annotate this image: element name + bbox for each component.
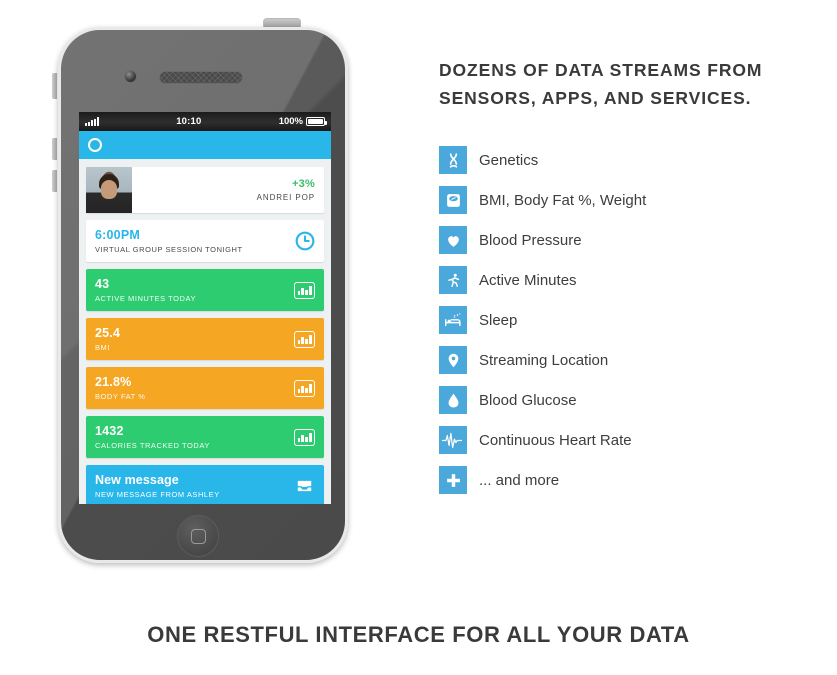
status-bar-time: 10:10 [176,116,202,127]
stat-card[interactable]: 25.4 BMI [86,318,324,360]
status-bar-battery-group: 100% [278,116,327,127]
app-logo-icon[interactable] [88,138,102,152]
clock-icon [295,231,315,251]
feature-item-location: Streaming Location [439,340,809,380]
bar-chart-icon [294,330,315,348]
feature-item-active-minutes: Active Minutes [439,260,809,300]
feature-item-heart-rate: Continuous Heart Rate [439,420,809,460]
feature-label: Genetics [479,151,539,169]
scale-icon [439,186,467,214]
stat-value: 25.4 [95,326,121,340]
stat-value: 43 [95,277,110,291]
message-text: New message NEW MESSAGE FROM ASHLEY [95,473,294,499]
feature-label: Blood Glucose [479,391,577,409]
feature-label: ... and more [479,471,560,489]
stat-value: 1432 [95,424,124,438]
feature-item-bmi: BMI, Body Fat %, Weight [439,180,809,220]
battery-icon [306,117,327,126]
map-pin-icon [439,346,467,374]
bar-chart-icon [294,428,315,446]
stat-label: ACTIVE MINUTES TODAY [95,294,197,303]
svg-text:z: z [459,312,461,315]
card-list: +3% ANDREI POP 6:00PM VIRTUAL GROUP SESS… [79,159,331,504]
svg-text:z: z [453,313,455,318]
profile-card[interactable]: +3% ANDREI POP [86,167,324,213]
heart-icon [439,226,467,254]
profile-percent-change: +3% [292,178,315,190]
app-nav-bar [79,131,331,159]
feature-label: Blood Pressure [479,231,582,249]
feature-item-blood-glucose: Blood Glucose [439,380,809,420]
message-title: New message [95,473,179,487]
silent-switch[interactable] [52,73,57,99]
feature-label: BMI, Body Fat %, Weight [479,191,647,209]
feature-label: Active Minutes [479,271,577,289]
section-heading-line-1: Dozens of data streams from [439,60,763,80]
stat-label: BODY FAT % [95,392,146,401]
feature-label: Streaming Location [479,351,609,369]
bar-chart-icon [294,379,315,397]
stat-text: 1432 CALORIES TRACKED TODAY [95,424,294,450]
event-text: 6:00PM VIRTUAL GROUP SESSION TONIGHT [95,228,295,254]
feature-item-blood-pressure: Blood Pressure [439,220,809,260]
home-button-square-icon [190,528,206,544]
status-bar: 10:10 100% [79,112,331,131]
avatar [86,167,132,213]
stat-card[interactable]: 1432 CALORIES TRACKED TODAY [86,416,324,458]
stat-value: 21.8% [95,375,132,389]
earpiece-speaker [159,71,243,84]
profile-user-name: ANDREI POP [256,193,315,202]
home-button[interactable] [177,515,219,557]
heartbeat-icon [439,426,467,454]
feature-label: Continuous Heart Rate [479,431,632,449]
event-time: 6:00PM [95,228,140,242]
feature-item-and-more: ... and more [439,460,809,500]
section-heading: Dozens of data streams from sensors, app… [439,56,809,112]
plus-icon [439,466,467,494]
profile-text: +3% ANDREI POP [132,178,324,202]
bar-chart-icon [294,281,315,299]
front-camera-icon [124,70,137,83]
volume-up-button[interactable] [52,138,57,160]
running-icon [439,266,467,294]
stat-card[interactable]: 21.8% BODY FAT % [86,367,324,409]
content-column: Dozens of data streams from sensors, app… [439,56,809,500]
phone-screen: 10:10 100% +3% ANDREI POP 6:00PM VIRTUAL… [79,112,331,504]
message-subtitle: NEW MESSAGE FROM ASHLEY [95,490,220,499]
volume-down-button[interactable] [52,170,57,192]
stat-card[interactable]: 43 ACTIVE MINUTES TODAY [86,269,324,311]
droplet-icon [439,386,467,414]
stat-label: CALORIES TRACKED TODAY [95,441,210,450]
svg-text:z: z [456,312,458,316]
battery-percent-label: 100% [278,116,303,127]
bed-icon: z z z [439,306,467,334]
inbox-icon [294,477,315,495]
signal-bars-icon [85,117,99,126]
feature-item-sleep: z z z Sleep [439,300,809,340]
section-heading-line-2: sensors, apps, and services. [439,88,752,108]
message-card[interactable]: New message NEW MESSAGE FROM ASHLEY [86,465,324,504]
stat-label: BMI [95,343,110,352]
event-description: VIRTUAL GROUP SESSION TONIGHT [95,245,243,254]
stat-text: 21.8% BODY FAT % [95,375,294,401]
stat-text: 43 ACTIVE MINUTES TODAY [95,277,294,303]
page-root: 10:10 100% +3% ANDREI POP 6:00PM VIRTUAL… [0,0,837,675]
stat-text: 25.4 BMI [95,326,294,352]
phone-mockup: 10:10 100% +3% ANDREI POP 6:00PM VIRTUAL… [52,18,348,563]
footer-heading: One RESTful interface for all your data [147,622,690,647]
phone-body: 10:10 100% +3% ANDREI POP 6:00PM VIRTUAL… [58,27,348,563]
dna-icon [439,146,467,174]
feature-item-genetics: Genetics [439,140,809,180]
event-card[interactable]: 6:00PM VIRTUAL GROUP SESSION TONIGHT [86,220,324,262]
feature-list: Genetics BMI, Body Fat %, Weight Blood P… [439,140,809,500]
feature-label: Sleep [479,311,518,329]
